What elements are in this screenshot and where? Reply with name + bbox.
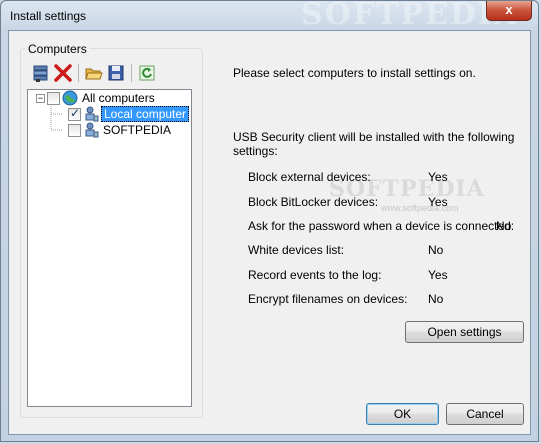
tree-node-softpedia[interactable]: SOFTPEDIA [68,122,173,138]
computer-user-icon [83,106,99,122]
refresh-icon[interactable] [136,62,158,84]
setting-label-encrypt-filenames: Encrypt filenames on devices: [248,292,408,306]
setting-value-record-events: Yes [428,268,448,282]
tree-node-all-computers[interactable]: − All computers [36,90,157,106]
all-computers-checkbox[interactable] [47,91,60,105]
tree-node-label: SOFTPEDIA [103,123,172,137]
setting-value-block-bitlocker: Yes [428,195,448,209]
setting-label-block-bitlocker: Block BitLocker devices: [248,195,379,209]
tree-node-local-computer[interactable]: Local computer [68,106,190,122]
scan-network-icon[interactable] [30,62,52,84]
settings-intro-line2: settings: [233,144,278,158]
ok-button[interactable]: OK [366,403,439,425]
network-globe-icon [62,90,78,106]
toolbar-separator [131,64,132,82]
tree-node-label: Local computer [101,106,190,122]
setting-value-white-devices: No [428,243,444,257]
toolbar-separator [78,64,79,82]
setting-label-ask-password: Ask for the password when a device is co… [248,219,515,233]
close-button[interactable]: x [486,1,532,21]
select-computers-prompt: Please select computers to install setti… [233,66,476,80]
local-computer-checkbox[interactable] [68,106,81,121]
computers-toolbar [30,62,158,84]
setting-value-ask-password: No [496,219,512,233]
install-settings-window: Install settings SOFTPEDIA x Computers −… [0,0,539,442]
tree-node-label: All computers [82,91,155,105]
setting-label-block-external: Block external devices: [248,170,371,184]
computer-user-icon [83,122,99,138]
setting-label-record-events: Record events to the log: [248,268,382,282]
collapse-expander[interactable]: − [36,93,45,103]
save-icon[interactable] [105,62,127,84]
window-title: Install settings [10,9,87,23]
open-folder-icon[interactable] [83,62,105,84]
cancel-button[interactable]: Cancel [446,403,524,425]
softpedia-checkbox[interactable] [68,123,81,137]
title-bar[interactable]: Install settings SOFTPEDIA x [1,0,538,32]
dialog-body: Computers − All computers ✓ Local comput… [8,30,531,435]
setting-value-block-external: Yes [428,170,448,184]
settings-intro-line1: USB Security client will be installed wi… [233,130,515,144]
open-settings-button[interactable]: Open settings [405,321,524,343]
computers-tree[interactable]: − All computers ✓ Local computer SOFTPED… [27,89,192,407]
setting-label-white-devices: White devices list: [248,243,345,257]
delete-icon[interactable] [52,62,74,84]
setting-value-encrypt-filenames: No [428,292,444,306]
computers-group-label: Computers [25,42,90,56]
